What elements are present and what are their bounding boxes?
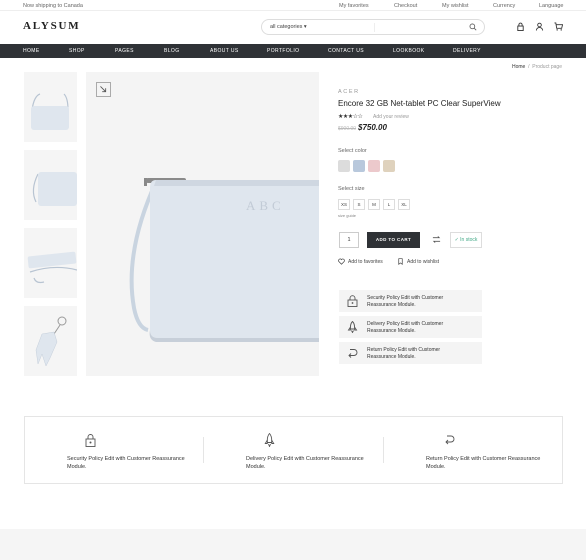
return-policy: Return Policy Edit with Customer Reassur… bbox=[339, 342, 482, 364]
nav-item-pages[interactable]: PAGES bbox=[115, 48, 134, 54]
logo[interactable]: ALYSUM bbox=[23, 20, 80, 32]
add-to-wishlist-button[interactable]: Add to wishlist bbox=[397, 258, 439, 266]
nav-item-shop[interactable]: SHOP bbox=[69, 48, 85, 54]
top-link-favorites[interactable]: My favorites bbox=[339, 3, 369, 9]
product-brand[interactable]: ACER bbox=[338, 89, 360, 95]
bottom-delivery-text: Delivery Policy Edit with Customer Reass… bbox=[246, 456, 364, 470]
size-option-s[interactable]: S bbox=[353, 199, 365, 210]
top-bar: Now shipping to Canada My favorites Chec… bbox=[0, 0, 586, 11]
breadcrumb: Home / Product page bbox=[511, 64, 562, 70]
bottom-return-policy: Return Policy Edit with Customer Reassur… bbox=[426, 433, 546, 471]
bookmark-icon bbox=[398, 258, 403, 266]
policy-separator bbox=[383, 437, 384, 463]
stock-label: In stock bbox=[460, 237, 478, 243]
return-icon bbox=[348, 349, 358, 358]
delivery-policy-text: Delivery Policy Edit with Customer Reass… bbox=[367, 321, 444, 334]
color-swatch[interactable] bbox=[353, 160, 365, 172]
lock-icon bbox=[85, 434, 96, 447]
add-to-cart-button[interactable]: ADD TO CART bbox=[367, 232, 420, 248]
search-icon[interactable] bbox=[469, 23, 477, 31]
shipping-notice: Now shipping to Canada bbox=[23, 3, 83, 9]
lock-icon[interactable] bbox=[516, 22, 525, 31]
top-link-currency[interactable]: Currency bbox=[493, 3, 515, 9]
current-price: $750.00 bbox=[358, 123, 387, 132]
color-swatch[interactable] bbox=[383, 160, 395, 172]
policy-separator bbox=[203, 437, 204, 463]
size-option-l[interactable]: L bbox=[383, 199, 395, 210]
thumbnail-3[interactable] bbox=[24, 228, 78, 298]
search-divider bbox=[374, 23, 375, 32]
main-nav: HOME SHOP PAGES BLOG ABOUT US PORTFOLIO … bbox=[0, 44, 586, 58]
stock-badge: ✓ In stock bbox=[450, 232, 482, 248]
top-link-wishlist[interactable]: My wishlist bbox=[442, 3, 469, 9]
bottom-security-text: Security Policy Edit with Customer Reass… bbox=[67, 456, 185, 470]
size-guide-link[interactable]: size guide bbox=[338, 213, 356, 218]
rating-stars: ★★★☆☆ bbox=[338, 114, 363, 120]
bag-monogram: ABC bbox=[246, 198, 285, 213]
bottom-return-text: Return Policy Edit with Customer Reassur… bbox=[426, 456, 541, 470]
user-icon[interactable] bbox=[535, 22, 544, 31]
size-option-m[interactable]: M bbox=[368, 199, 380, 210]
rocket-icon bbox=[347, 321, 358, 333]
return-icon bbox=[445, 435, 455, 445]
nav-item-blog[interactable]: BLOG bbox=[164, 48, 180, 54]
add-review-link[interactable]: Add your review bbox=[373, 114, 409, 120]
color-swatch[interactable] bbox=[338, 160, 350, 172]
size-option-xl[interactable]: XL bbox=[398, 199, 410, 210]
old-price: $900.00 bbox=[338, 126, 357, 132]
nav-item-lookbook[interactable]: LOOKBOOK bbox=[393, 48, 425, 54]
top-link-language[interactable]: Language bbox=[539, 3, 563, 9]
favorites-label: Add to favorites bbox=[348, 258, 383, 265]
breadcrumb-home[interactable]: Home bbox=[512, 64, 525, 70]
top-link-checkout[interactable]: Checkout bbox=[394, 3, 417, 9]
lock-icon bbox=[347, 295, 358, 307]
search-category-select[interactable]: all categories ▾ bbox=[270, 24, 307, 30]
zoom-button[interactable] bbox=[96, 82, 111, 97]
reassurance-box: Security Policy Edit with Customer Reass… bbox=[24, 416, 563, 484]
thumbnail-2[interactable] bbox=[24, 150, 77, 220]
quantity-input[interactable]: 1 bbox=[339, 232, 359, 248]
wishlist-label: Add to wishlist bbox=[407, 258, 439, 265]
product-title: Encore 32 GB Net-tablet PC Clear SuperVi… bbox=[338, 99, 501, 108]
nav-item-home[interactable]: HOME bbox=[23, 48, 40, 54]
thumbnail-1[interactable] bbox=[24, 72, 77, 142]
nav-item-about[interactable]: ABOUT US bbox=[210, 48, 239, 54]
size-option-xs[interactable]: XS bbox=[338, 199, 350, 210]
breadcrumb-current: Product page bbox=[532, 64, 562, 70]
color-swatch[interactable] bbox=[368, 160, 380, 172]
nav-item-delivery[interactable]: DELIVERY bbox=[453, 48, 481, 54]
product-main-image[interactable]: ABC bbox=[86, 72, 319, 376]
color-label: Select color bbox=[338, 148, 367, 154]
nav-item-contact[interactable]: CONTACT US bbox=[328, 48, 364, 54]
heart-icon bbox=[338, 258, 345, 265]
cart-icon[interactable] bbox=[554, 22, 563, 31]
bag-illustration: ABC bbox=[129, 178, 319, 342]
search-bar[interactable]: all categories ▾ bbox=[261, 19, 485, 35]
add-to-favorites-button[interactable]: Add to favorites bbox=[338, 258, 383, 265]
nav-item-portfolio[interactable]: PORTFOLIO bbox=[267, 48, 299, 54]
bottom-security-policy: Security Policy Edit with Customer Reass… bbox=[67, 433, 187, 471]
rocket-icon bbox=[264, 433, 275, 447]
size-label: Select size bbox=[338, 186, 365, 192]
security-policy: Security Policy Edit with Customer Reass… bbox=[339, 290, 482, 312]
bottom-delivery-policy: Delivery Policy Edit with Customer Reass… bbox=[246, 433, 366, 471]
security-policy-text: Security Policy Edit with Customer Reass… bbox=[367, 295, 444, 308]
return-policy-text: Return Policy Edit with Customer Reassur… bbox=[367, 347, 441, 360]
footer bbox=[0, 529, 586, 560]
expand-icon bbox=[100, 86, 107, 93]
delivery-policy: Delivery Policy Edit with Customer Reass… bbox=[339, 316, 482, 338]
compare-icon[interactable] bbox=[432, 235, 441, 244]
thumbnail-4[interactable] bbox=[24, 306, 77, 376]
